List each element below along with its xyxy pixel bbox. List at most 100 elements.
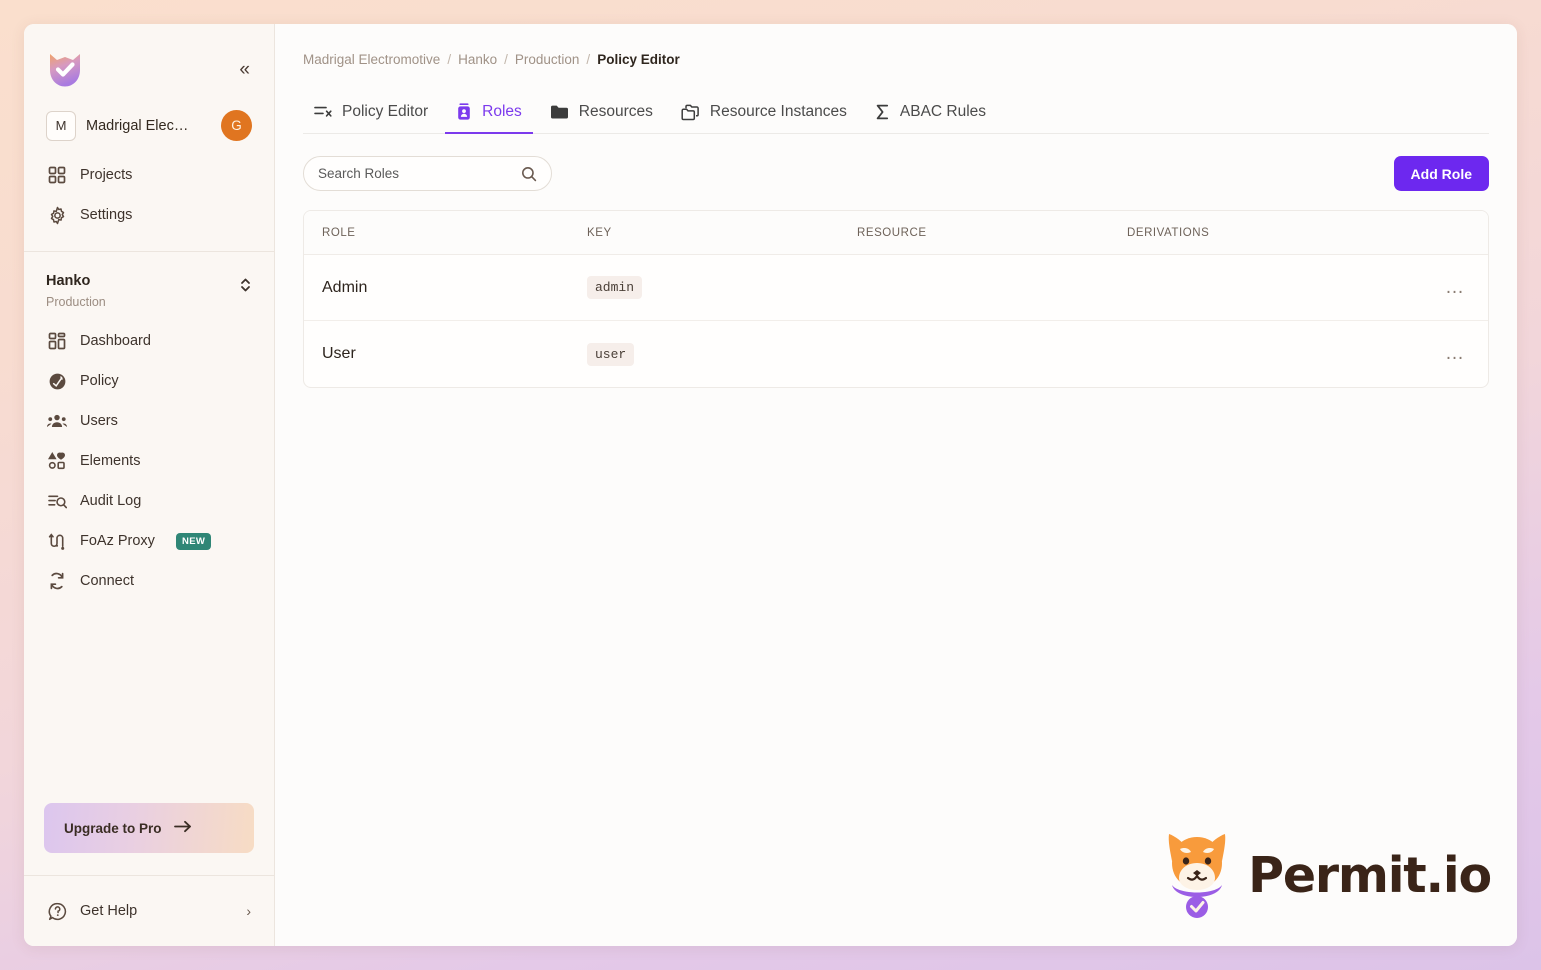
permit-io-watermark: Permit.io <box>1156 823 1491 928</box>
audit-log-search-icon <box>47 491 67 511</box>
gear-icon <box>47 205 67 225</box>
tab-label: Resource Instances <box>710 103 847 121</box>
sidebar-item-label: Connect <box>80 573 134 589</box>
sidebar-item-audit-log[interactable]: Audit Log <box>38 481 260 521</box>
breadcrumb-item-project[interactable]: Hanko <box>458 52 497 67</box>
cell-role: User <box>322 345 587 363</box>
sidebar-item-label: FoAz Proxy <box>80 533 155 549</box>
column-header-role: ROLE <box>322 227 587 239</box>
role-key-chip: admin <box>587 276 642 299</box>
ellipsis-horizontal-icon[interactable]: … <box>1440 277 1470 299</box>
sidebar-item-label: Users <box>80 413 118 429</box>
breadcrumb-separator: / <box>504 52 508 67</box>
sidebar-item-connect[interactable]: Connect <box>38 561 260 601</box>
permit-io-wordmark: Permit.io <box>1248 847 1491 904</box>
tab-abac-rules[interactable]: ABAC Rules <box>864 103 997 134</box>
breadcrumb-item-current: Policy Editor <box>597 52 680 67</box>
sidebar-item-policy[interactable]: Policy <box>38 361 260 401</box>
permit-shiba-dog-logo-icon <box>1156 823 1238 928</box>
breadcrumb-item-environment[interactable]: Production <box>515 52 580 67</box>
cell-role: Admin <box>322 279 587 297</box>
sidebar-item-dashboard[interactable]: Dashboard <box>38 321 260 361</box>
toolbar: Add Role <box>303 156 1489 191</box>
users-group-icon <box>47 411 67 431</box>
tab-label: Policy Editor <box>342 103 428 121</box>
connect-sync-icon <box>47 571 67 591</box>
cell-key: admin <box>587 276 857 299</box>
tab-resources[interactable]: Resources <box>539 103 664 134</box>
breadcrumb-item-org[interactable]: Madrigal Electromotive <box>303 52 440 67</box>
sidebar-header: « M Madrigal Elec… G <box>24 24 274 151</box>
tab-bar: Policy Editor Roles <box>303 89 1489 134</box>
question-mark-circle-icon <box>47 901 67 921</box>
breadcrumb: Madrigal Electromotive / Hanko / Product… <box>275 24 1517 67</box>
role-name: User <box>322 345 356 362</box>
sidebar-item-label: Elements <box>80 453 140 469</box>
avatar[interactable]: G <box>221 110 252 141</box>
arrow-right-icon <box>174 820 192 836</box>
folder-filled-icon <box>550 104 569 120</box>
role-key-chip: user <box>587 343 634 366</box>
tab-label: Roles <box>482 103 522 121</box>
cell-actions: … <box>1430 277 1470 299</box>
search-roles-box[interactable] <box>303 156 552 191</box>
chevron-up-down-icon[interactable] <box>239 272 252 300</box>
sidebar-item-users[interactable]: Users <box>38 401 260 441</box>
org-name-label: Madrigal Elec… <box>86 118 211 134</box>
table-header-row: ROLE KEY RESOURCE DERIVATIONS <box>304 211 1488 255</box>
column-header-derivations: DERIVATIONS <box>1127 227 1430 239</box>
sidebar-item-projects[interactable]: Projects <box>38 155 260 195</box>
sidebar-main-nav: Dashboard Policy <box>24 315 274 601</box>
get-help-label: Get Help <box>80 903 137 919</box>
elements-shapes-icon <box>47 451 67 471</box>
sidebar-spacer <box>24 601 274 803</box>
help-section: Get Help › <box>24 875 274 946</box>
sidebar-item-settings[interactable]: Settings <box>38 195 260 235</box>
project-env-text: Hanko Production <box>46 272 106 309</box>
sidebar-item-label: Projects <box>80 167 132 183</box>
app-window: « M Madrigal Elec… G Projects <box>24 24 1517 946</box>
tab-policy-editor[interactable]: Policy Editor <box>303 103 439 134</box>
tab-resource-instances[interactable]: Resource Instances <box>670 103 858 134</box>
sidebar-top-nav: Projects Settings <box>24 151 274 251</box>
sidebar-item-elements[interactable]: Elements <box>38 441 260 481</box>
breadcrumb-separator: / <box>447 52 451 67</box>
upgrade-to-pro-button[interactable]: Upgrade to Pro <box>44 803 254 853</box>
table-row[interactable]: Admin admin … <box>304 255 1488 321</box>
status-badge-new: NEW <box>176 533 211 550</box>
tab-label: ABAC Rules <box>900 103 986 121</box>
project-name: Hanko <box>46 272 106 290</box>
sidebar-item-foaz-proxy[interactable]: FoAz Proxy NEW <box>38 521 260 561</box>
search-input[interactable] <box>318 166 513 181</box>
sidebar-item-label: Audit Log <box>80 493 141 509</box>
get-help-button[interactable]: Get Help › <box>38 890 260 932</box>
sidebar-item-label: Policy <box>80 373 119 389</box>
project-env-selector[interactable]: Hanko Production <box>24 252 274 315</box>
upgrade-section: Upgrade to Pro <box>24 803 274 875</box>
search-icon[interactable] <box>521 166 537 182</box>
cell-actions: … <box>1430 343 1470 365</box>
column-header-resource: RESOURCE <box>857 227 1127 239</box>
ellipsis-horizontal-icon[interactable]: … <box>1440 343 1470 365</box>
chevron-right-icon: › <box>246 903 251 919</box>
policy-circle-check-icon <box>47 371 67 391</box>
policy-editor-lines-icon <box>314 104 332 120</box>
upgrade-label: Upgrade to Pro <box>64 821 162 836</box>
column-header-key: KEY <box>587 227 857 239</box>
tab-roles[interactable]: Roles <box>445 103 533 134</box>
role-name: Admin <box>322 279 367 296</box>
permit-shield-check-logo-icon <box>46 49 84 89</box>
table-row[interactable]: User user … <box>304 321 1488 387</box>
add-role-button[interactable]: Add Role <box>1394 156 1489 191</box>
folder-copy-icon <box>681 104 700 121</box>
roles-person-badge-icon <box>456 103 472 121</box>
sidebar: « M Madrigal Elec… G Projects <box>24 24 275 946</box>
org-selector[interactable]: M Madrigal Elec… G <box>46 110 252 141</box>
dashboard-grid-icon <box>47 331 67 351</box>
sidebar-logo-row: « <box>46 38 252 100</box>
environment-name: Production <box>46 295 106 309</box>
chevron-double-left-icon[interactable]: « <box>235 57 252 82</box>
grid-squares-icon <box>47 165 67 185</box>
tab-label: Resources <box>579 103 653 121</box>
foaz-proxy-icon <box>47 531 67 551</box>
